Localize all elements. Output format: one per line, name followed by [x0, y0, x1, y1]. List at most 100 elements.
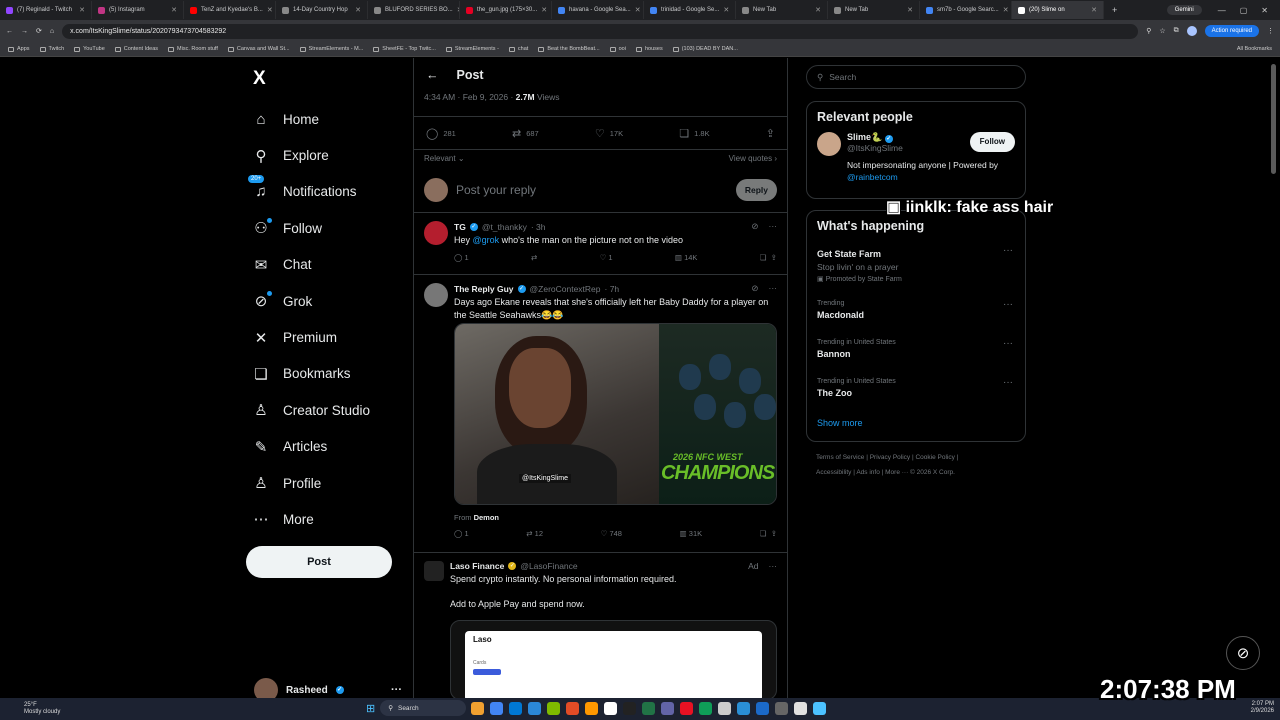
taskbar-app-icon[interactable]: [642, 701, 656, 715]
more-icon[interactable]: ···: [1003, 377, 1013, 388]
bookmark-item[interactable]: houses: [635, 46, 663, 52]
seahawks-image[interactable]: 2026 NFC WEST CHAMPIONS: [659, 324, 776, 504]
home-icon[interactable]: ⌂: [50, 28, 54, 35]
grok-icon[interactable]: ⊘: [751, 283, 758, 294]
more-icon[interactable]: ···: [769, 221, 778, 232]
sidebar-item-articles[interactable]: ✎ Articles: [252, 429, 370, 465]
bookmark-item[interactable]: Misc. Room stuff: [168, 46, 218, 52]
taskbar-app-icon[interactable]: [528, 701, 542, 715]
profile-icon[interactable]: [1186, 26, 1197, 36]
taskbar-app-icon[interactable]: [509, 701, 523, 715]
taskbar-app-icon[interactable]: [547, 701, 561, 715]
taskbar-app-icon[interactable]: [661, 701, 675, 715]
star-icon[interactable]: ☆: [1159, 27, 1165, 35]
bookmark-item[interactable]: Beat the BombBeat...: [538, 46, 600, 52]
tweet-ad[interactable]: Laso Finance ✓ @LasoFinance Ad ··· Spend …: [414, 553, 787, 698]
sidebar-item-home[interactable]: ⌂ Home: [252, 101, 370, 137]
author-name[interactable]: Laso Finance: [450, 561, 504, 571]
from-name[interactable]: Demon: [474, 513, 499, 522]
sidebar-item-explore[interactable]: ⚲ Explore: [252, 137, 370, 173]
tab-close-icon[interactable]: ✕: [355, 6, 361, 14]
person-card[interactable]: Slime🐍 ✓ @ItsKingSlime Follow: [817, 132, 1015, 156]
tab-close-icon[interactable]: ✕: [635, 6, 641, 14]
person-handle[interactable]: @ItsKingSlime: [847, 143, 903, 153]
tweet-reply[interactable]: The Reply Guy ✓ @ZeroContextRep · 7h ⊘ ··…: [414, 275, 787, 553]
bookmark-item[interactable]: Apps: [8, 46, 30, 52]
trend-item[interactable]: Get State Farm Stop livin' on a prayer ▣…: [817, 241, 1015, 295]
like-count[interactable]: ♡ 17K: [595, 127, 623, 140]
sidebar-item-notifications[interactable]: ♫ 20+ Notifications: [248, 174, 370, 210]
repost-action[interactable]: ⇄ 12: [526, 529, 543, 538]
person-name[interactable]: Slime🐍: [847, 132, 882, 142]
search-input[interactable]: ⚲ Search: [806, 65, 1026, 89]
bio-link[interactable]: @rainbetcom: [847, 172, 898, 182]
tab-close-icon[interactable]: ✕: [541, 6, 547, 14]
windows-start-icon[interactable]: ⊞: [366, 702, 375, 715]
bookmark-item[interactable]: Content Ideas: [114, 46, 158, 52]
bookmark-item[interactable]: Twitch: [39, 46, 64, 52]
taskbar-app-icon[interactable]: [775, 701, 789, 715]
url-field[interactable]: x.com/ItsKingSlime/status/20207934737045…: [62, 23, 1139, 39]
maximize-icon[interactable]: ▢: [1240, 6, 1248, 15]
show-more-link[interactable]: Show more: [817, 412, 1015, 432]
bookmark-item[interactable]: chat: [508, 46, 528, 52]
bookmark-item[interactable]: StreamElements -: [445, 46, 499, 52]
compose-post-button[interactable]: Post: [246, 546, 392, 578]
browser-tab[interactable]: BLUFORD SERIES BO...✕: [368, 1, 460, 19]
author-name[interactable]: The Reply Guy: [454, 284, 514, 294]
bookmark-item[interactable]: ooi: [609, 46, 626, 52]
system-tray[interactable]: 2:07 PM 2/9/2026: [1251, 701, 1274, 715]
reply-button[interactable]: Reply: [735, 178, 777, 201]
follow-button[interactable]: Follow: [969, 132, 1015, 152]
tab-close-icon[interactable]: ✕: [907, 6, 913, 14]
sidebar-item-premium[interactable]: ✕ Premium: [252, 319, 370, 355]
tab-close-icon[interactable]: ✕: [171, 6, 177, 14]
browser-tab[interactable]: New Tab ✕: [736, 1, 828, 19]
tweet-media[interactable]: @ItsKingSlime 2026 NFC WEST CHAMPIONS: [454, 323, 777, 505]
footer-line[interactable]: Accessibility | Ads info | More ··· © 20…: [816, 465, 1026, 480]
sidebar-item-creator-studio[interactable]: ♙ Creator Studio: [252, 392, 370, 428]
new-tab-button[interactable]: +: [1104, 5, 1125, 15]
sidebar-item-grok[interactable]: ⊘ Grok: [252, 283, 370, 319]
browser-tab[interactable]: 14-Day Country Hop ✕: [276, 1, 368, 19]
reply-input[interactable]: Post your reply: [456, 183, 536, 197]
tweet-time[interactable]: · 7h: [605, 284, 620, 294]
x-logo[interactable]: X: [253, 68, 266, 90]
taskbar-app-icon[interactable]: [471, 701, 485, 715]
more-icon[interactable]: ···: [1003, 338, 1013, 349]
author-handle[interactable]: @ZeroContextRep: [530, 284, 601, 294]
more-icon[interactable]: ···: [391, 684, 402, 696]
forward-icon[interactable]: →: [21, 28, 28, 35]
like-action[interactable]: ♡ 748: [601, 529, 622, 538]
reply-count[interactable]: ◯ 281: [426, 127, 456, 140]
reload-icon[interactable]: ⟳: [36, 27, 42, 35]
taskbar-app-icon[interactable]: [490, 701, 504, 715]
trend-item[interactable]: Trending Macdonald ···: [817, 295, 1015, 334]
more-icon[interactable]: ···: [1003, 245, 1013, 256]
bookmark-action[interactable]: ❏ ⇪: [760, 253, 777, 262]
browser-tab[interactable]: trinidad - Google Se... ✕: [644, 1, 736, 19]
scrollbar[interactable]: [1271, 64, 1276, 174]
browser-tab[interactable]: havana - Google Sea... ✕: [552, 1, 644, 19]
tab-close-icon[interactable]: ✕: [267, 6, 273, 14]
author-handle[interactable]: @t_thankky: [482, 222, 527, 232]
bookmark-item[interactable]: (103) DEAD BY DAN...: [672, 46, 738, 52]
sidebar-item-chat[interactable]: ✉ Chat: [252, 247, 370, 283]
more-icon[interactable]: ···: [769, 561, 778, 571]
bookmark-item[interactable]: YouTube: [74, 46, 105, 52]
taskbar-app-icon[interactable]: [585, 701, 599, 715]
view-quotes-link[interactable]: View quotes ›: [729, 154, 777, 163]
tab-close-icon[interactable]: ✕: [723, 6, 729, 14]
menu-icon[interactable]: ⋮: [1267, 27, 1274, 35]
zoom-icon[interactable]: ⚲: [1146, 27, 1151, 35]
gemini-button[interactable]: Gemini: [1166, 5, 1202, 15]
taskbar-app-icon[interactable]: [756, 701, 770, 715]
taskbar-app-icon[interactable]: [604, 701, 618, 715]
minimize-icon[interactable]: —: [1218, 6, 1226, 15]
taskbar-app-icon[interactable]: [813, 701, 827, 715]
bookmark-item[interactable]: StreamElements - M...: [299, 46, 363, 52]
sidebar-item-more[interactable]: ⋯ More: [252, 501, 370, 537]
taskbar-app-icon[interactable]: [794, 701, 808, 715]
taskbar-app-icon[interactable]: [566, 701, 580, 715]
browser-tab[interactable]: (7) Reginald - Twitch ✕: [0, 1, 92, 19]
